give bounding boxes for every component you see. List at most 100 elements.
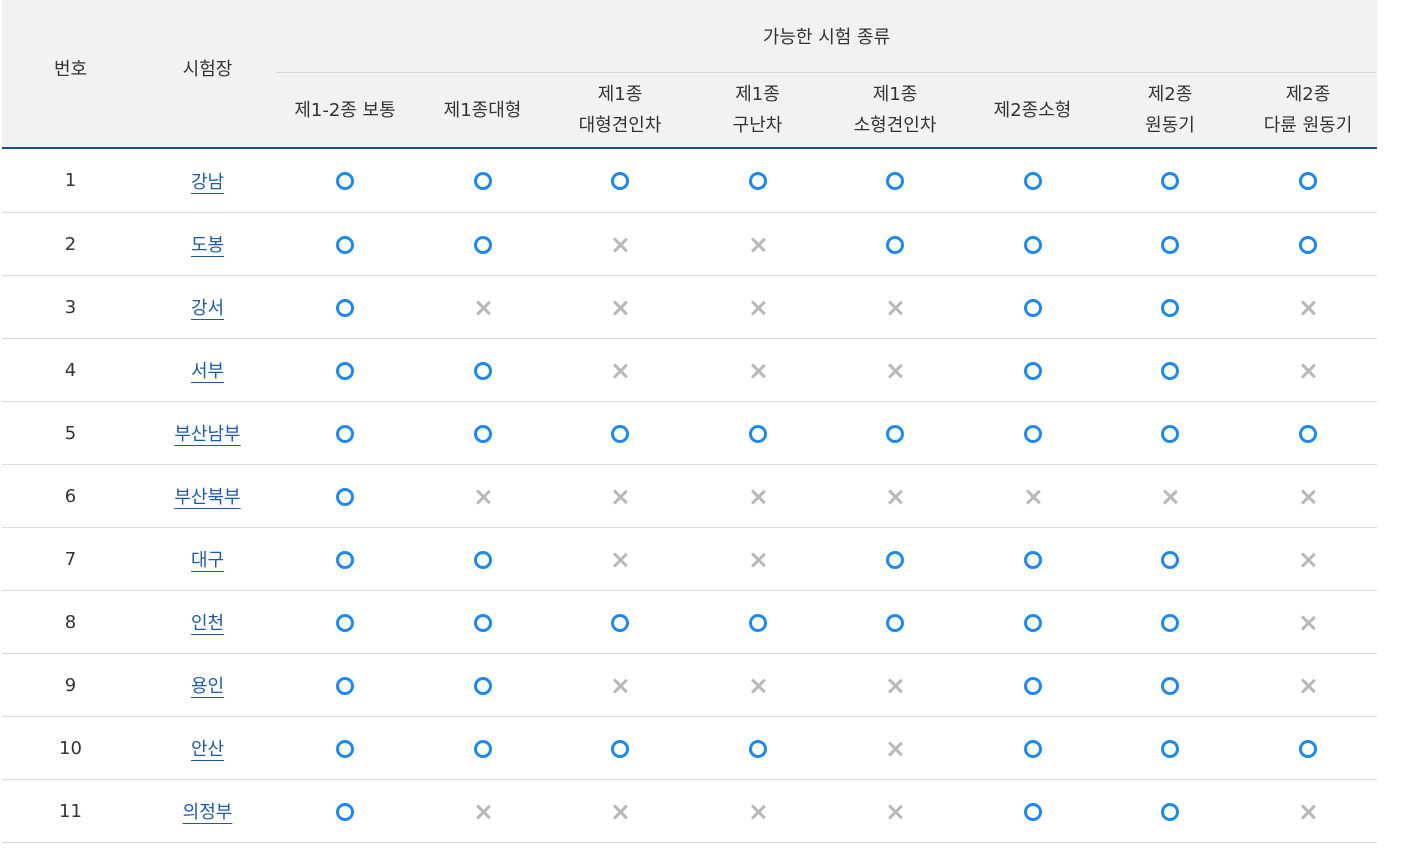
availability-cell xyxy=(689,590,826,654)
exam-type-header: 제2종 다륜 원동기 xyxy=(1239,72,1377,149)
center-header: 시험장 xyxy=(139,0,276,149)
availability-cell xyxy=(551,590,689,654)
x-mark-icon xyxy=(612,804,628,820)
exam-type-header: 제2종 원동기 xyxy=(1101,72,1239,149)
x-mark-icon xyxy=(1300,363,1316,379)
circle-o-icon xyxy=(473,172,492,190)
availability-cell xyxy=(414,590,551,654)
x-mark-icon xyxy=(750,300,766,316)
circle-o-icon xyxy=(473,235,492,254)
exam-types-group-header: 가능한 시험 종류 xyxy=(276,0,1377,73)
circle-o-icon xyxy=(611,424,629,443)
center-link[interactable]: 의정부 xyxy=(183,802,233,823)
exam-type-header: 제1종 구난차 xyxy=(689,72,826,149)
circle-o-icon xyxy=(1161,424,1179,443)
circle-o-icon xyxy=(886,613,904,632)
center-link[interactable]: 강서 xyxy=(191,298,224,319)
table-body: 1 강남 2 도봉 3 강서 4 서부 5 부산남부 6 부산북부 7 대구 8 인천 9 용인 10 안산 11 의정부 xyxy=(2,148,1377,843)
availability-cell xyxy=(414,653,551,717)
x-mark-icon xyxy=(750,552,766,568)
circle-o-icon xyxy=(1023,550,1042,569)
availability-cell xyxy=(826,338,964,402)
center-link[interactable]: 서부 xyxy=(191,361,224,382)
exam-type-header: 제1종소형견인차 xyxy=(826,72,964,149)
table-row: 8 인천 xyxy=(2,590,1377,654)
exam-type-label: 소형견인차 xyxy=(853,115,937,136)
x-mark-icon xyxy=(1300,300,1316,316)
availability-cell xyxy=(276,401,414,465)
exam-type-header: 제1-2종 보통 xyxy=(276,72,414,149)
circle-o-icon xyxy=(1023,235,1042,254)
availability-cell xyxy=(1101,212,1239,276)
exam-type-label: 제2종 xyxy=(1147,84,1193,105)
circle-o-icon xyxy=(748,172,767,190)
availability-cell xyxy=(276,527,414,591)
exam-type-label: 제2종 xyxy=(1285,84,1331,105)
circle-o-icon xyxy=(886,550,904,569)
availability-cell xyxy=(1101,527,1239,591)
table-row: 3 강서 xyxy=(2,275,1377,339)
availability-cell xyxy=(551,275,689,339)
center-cell: 부산남부 xyxy=(139,401,276,465)
availability-cell xyxy=(551,464,689,528)
table-row: 9 용인 xyxy=(2,653,1377,717)
exam-type-label: 제1종대형 xyxy=(443,99,522,121)
circle-o-icon xyxy=(473,550,492,569)
availability-cell xyxy=(964,401,1101,465)
center-link[interactable]: 부산북부 xyxy=(174,487,240,508)
circle-o-icon xyxy=(336,487,354,506)
circle-o-icon xyxy=(336,676,354,695)
x-mark-icon xyxy=(887,363,903,379)
circle-o-icon xyxy=(1161,361,1179,380)
x-mark-icon xyxy=(1300,615,1316,631)
row-number: 2 xyxy=(2,212,139,276)
exam-type-label: 제1종 xyxy=(872,84,918,105)
center-cell: 대구 xyxy=(139,527,276,591)
availability-cell xyxy=(276,338,414,402)
circle-o-icon xyxy=(886,424,904,443)
row-number: 6 xyxy=(2,464,139,528)
table-row: 10 안산 xyxy=(2,716,1377,780)
availability-cell xyxy=(826,464,964,528)
number-header: 번호 xyxy=(2,0,139,149)
availability-cell xyxy=(276,275,414,339)
availability-cell xyxy=(1239,148,1377,213)
availability-cell xyxy=(551,527,689,591)
center-link[interactable]: 도봉 xyxy=(191,235,224,256)
center-link[interactable]: 안산 xyxy=(191,739,224,760)
exam-type-label: 제1-2종 보통 xyxy=(294,99,396,121)
circle-o-icon xyxy=(336,235,354,254)
x-mark-icon xyxy=(887,804,903,820)
x-mark-icon xyxy=(887,489,903,505)
circle-o-icon xyxy=(1161,802,1179,821)
x-mark-icon xyxy=(887,300,903,316)
table-row: 7 대구 xyxy=(2,527,1377,591)
availability-cell xyxy=(1239,779,1377,843)
availability-cell xyxy=(276,590,414,654)
center-link[interactable]: 부산남부 xyxy=(174,424,240,445)
exam-type-label: 제1종 xyxy=(597,84,643,105)
center-link[interactable]: 인천 xyxy=(191,613,224,634)
center-link[interactable]: 강남 xyxy=(191,172,224,193)
row-number: 5 xyxy=(2,401,139,465)
row-number: 8 xyxy=(2,590,139,654)
availability-cell xyxy=(551,148,689,213)
exam-type-header: 제1종 대형견인차 xyxy=(551,72,689,149)
center-cell: 강서 xyxy=(139,275,276,339)
center-link[interactable]: 대구 xyxy=(191,550,224,571)
availability-cell xyxy=(964,653,1101,717)
center-cell: 도봉 xyxy=(139,212,276,276)
table-row: 2 도봉 xyxy=(2,212,1377,276)
x-mark-icon xyxy=(887,678,903,694)
row-number: 11 xyxy=(2,779,139,843)
table-row: 6 부산북부 xyxy=(2,464,1377,528)
center-link[interactable]: 용인 xyxy=(191,676,224,697)
x-mark-icon xyxy=(1300,804,1316,820)
availability-cell xyxy=(1239,716,1377,780)
circle-o-icon xyxy=(336,361,354,380)
availability-cell xyxy=(551,401,689,465)
availability-cell xyxy=(826,148,964,213)
circle-o-icon xyxy=(611,739,629,758)
availability-cell xyxy=(964,464,1101,528)
center-cell: 강남 xyxy=(139,148,276,213)
